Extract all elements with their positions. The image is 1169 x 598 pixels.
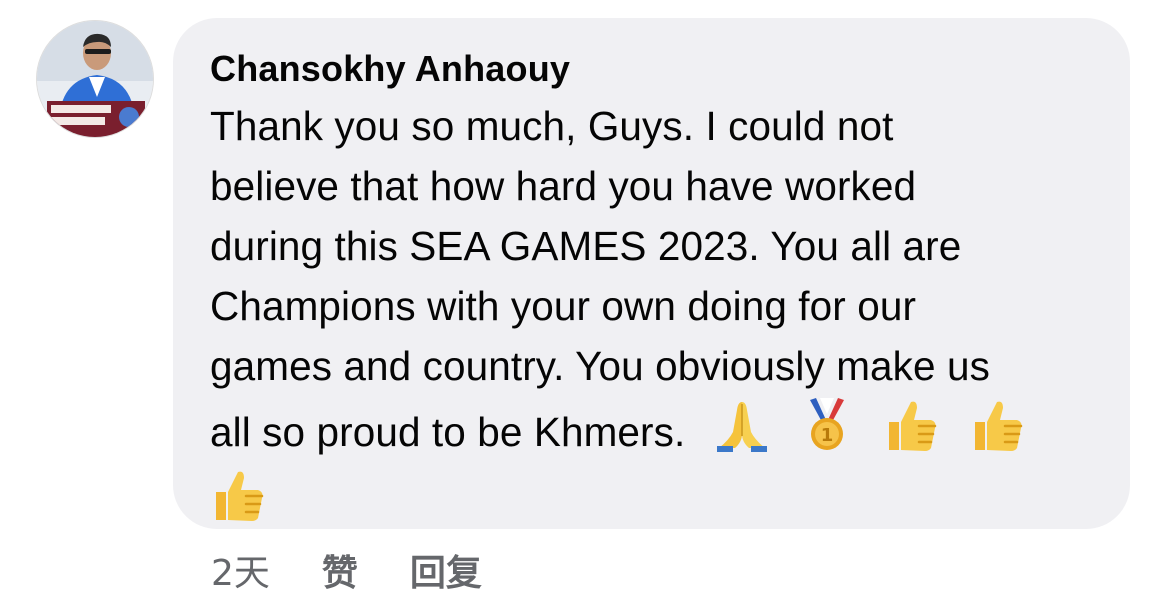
comment-timestamp[interactable]: 2天 [211, 544, 270, 596]
medal-icon: 1 [810, 398, 845, 450]
like-button[interactable]: 赞 [322, 544, 358, 596]
folded-hands-icon [716, 402, 767, 452]
thumbs-up-icon [974, 401, 1023, 451]
comment-bubble: Chansokhy Anhaouy Thank you so much, Guy… [173, 18, 1130, 529]
svg-text:1: 1 [821, 425, 834, 446]
comment-line-last: all so proud to be Khmers. 1 [210, 396, 1100, 462]
comment-line: all so proud to be Khmers. [210, 409, 686, 455]
reply-button[interactable]: 回复 [410, 544, 482, 596]
comment-text: Thank you so much, Guys. I could not bel… [210, 96, 1100, 524]
comment-line: during this SEA GAMES 2023. You all are [210, 223, 962, 269]
comment-author[interactable]: Chansokhy Anhaouy [210, 44, 1100, 94]
avatar[interactable] [36, 20, 154, 138]
comment-line: Thank you so much, Guys. I could not [210, 103, 894, 149]
comment-line: believe that how hard you have worked [210, 163, 917, 209]
thumbs-up-icon [889, 401, 937, 451]
comment-line: games and country. You obviously make us [210, 343, 990, 389]
thumbs-up-icon [216, 471, 264, 521]
comment-line: Champions with your own doing for our [210, 283, 917, 329]
comment-actions: 2天 赞 回复 [211, 545, 482, 595]
comment-emoji-row [210, 462, 1100, 524]
